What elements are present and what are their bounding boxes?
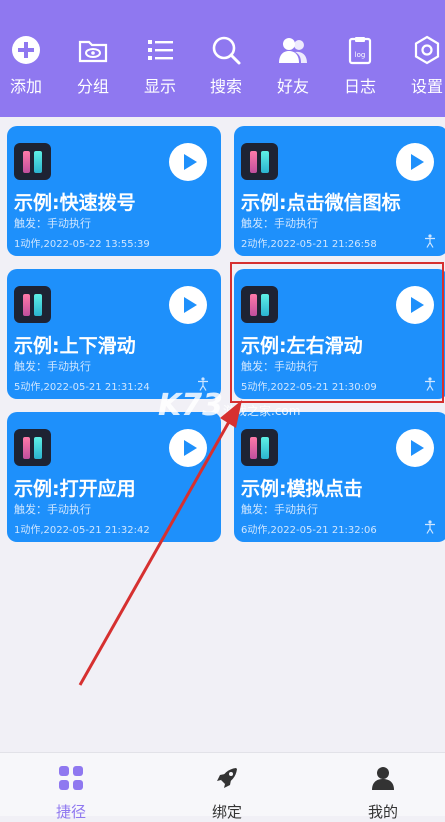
play-icon <box>411 440 424 456</box>
highlight-box <box>230 262 444 403</box>
card-title: 示例:快速拨号 <box>14 192 136 214</box>
play-icon <box>184 440 197 456</box>
display-label: 显示 <box>143 77 176 96</box>
shortcut-card[interactable]: 示例:打开应用 触发：手动执行 1动作,2022-05-21 21:32:42 <box>7 412 221 542</box>
top-toolbar: 添加 分组 显示 搜索 好友 log 日志 设置 <box>0 0 445 117</box>
search-icon <box>212 36 241 65</box>
app-icon <box>241 143 278 180</box>
nav-shortcuts-label: 捷径 <box>55 803 86 821</box>
watermark-sub: 游戏之家 <box>223 404 272 418</box>
add-label: 添加 <box>9 77 42 96</box>
card-title: 示例:上下滑动 <box>14 335 136 357</box>
nav-mine-label: 我的 <box>367 803 398 821</box>
rocket-icon <box>217 768 237 788</box>
person-icon <box>372 767 394 790</box>
nav-shortcuts[interactable]: 捷径 <box>31 765 111 822</box>
folder-eye-icon <box>78 40 108 63</box>
play-button[interactable] <box>169 286 207 324</box>
card-meta: 5动作,2022-05-21 21:31:24 <box>14 382 150 393</box>
app-icon <box>241 429 278 466</box>
shortcut-card[interactable]: 示例:上下滑动 触发：手动执行 5动作,2022-05-21 21:31:24 <box>7 269 221 399</box>
group-button[interactable]: 分组 <box>63 34 123 104</box>
shortcut-card[interactable]: 示例:点击微信图标 触发：手动执行 2动作,2022-05-21 21:26:5… <box>234 126 445 256</box>
friends-icon <box>279 38 307 63</box>
search-label: 搜索 <box>209 77 242 96</box>
play-icon <box>184 154 197 170</box>
watermark-brand: K73 <box>158 388 223 423</box>
card-trigger: 触发：手动执行 <box>14 217 91 230</box>
friends-button[interactable]: 好友 <box>263 34 323 104</box>
card-meta: 1动作,2022-05-21 21:32:42 <box>14 525 150 536</box>
plus-circle-icon <box>12 36 40 64</box>
log-label: 日志 <box>343 77 376 96</box>
shortcut-card[interactable]: 示例:模拟点击 触发：手动执行 6动作,2022-05-21 21:32:06 <box>234 412 445 542</box>
app-icon <box>14 286 51 323</box>
play-button[interactable] <box>396 143 434 181</box>
card-meta: 6动作,2022-05-21 21:32:06 <box>241 525 377 536</box>
card-trigger: 触发：手动执行 <box>14 503 91 516</box>
card-trigger: 触发：手动执行 <box>241 503 318 516</box>
card-title: 示例:打开应用 <box>14 478 136 500</box>
app-icon <box>14 143 51 180</box>
log-icon: log <box>348 37 372 65</box>
watermark-domain: .com <box>271 404 301 418</box>
card-title: 示例:模拟点击 <box>241 478 363 500</box>
svg-text:log: log <box>355 51 366 59</box>
play-button[interactable] <box>396 429 434 467</box>
settings-hexagon-icon <box>414 35 440 65</box>
bottom-nav: 捷径 绑定 我的 <box>0 752 445 821</box>
display-button[interactable]: 显示 <box>130 34 190 104</box>
accessibility-person-icon <box>425 234 435 248</box>
accessibility-person-icon <box>425 520 435 534</box>
card-trigger: 触发：手动执行 <box>14 360 91 373</box>
nav-mine[interactable]: 我的 <box>343 765 423 822</box>
watermark: K73游戏之家.com <box>158 388 300 423</box>
settings-button[interactable]: 设置 <box>397 34 445 104</box>
log-button[interactable]: log 日志 <box>330 34 390 104</box>
add-button[interactable]: 添加 <box>0 34 56 104</box>
nav-bind-label: 绑定 <box>211 803 242 821</box>
shortcut-card[interactable]: 示例:快速拨号 触发：手动执行 1动作,2022-05-22 13:55:39 <box>7 126 221 256</box>
card-trigger: 触发：手动执行 <box>241 217 318 230</box>
play-button[interactable] <box>169 429 207 467</box>
grid-icon <box>59 766 83 790</box>
card-meta: 1动作,2022-05-22 13:55:39 <box>14 239 150 250</box>
friends-label: 好友 <box>276 77 309 96</box>
list-icon <box>148 40 173 60</box>
search-button[interactable]: 搜索 <box>196 34 256 104</box>
card-title: 示例:点击微信图标 <box>241 192 401 214</box>
card-meta: 2动作,2022-05-21 21:26:58 <box>241 239 377 250</box>
app-icon <box>14 429 51 466</box>
nav-bind[interactable]: 绑定 <box>187 765 267 822</box>
settings-label: 设置 <box>410 77 443 96</box>
play-icon <box>411 154 424 170</box>
play-button[interactable] <box>169 143 207 181</box>
play-icon <box>184 297 197 313</box>
group-label: 分组 <box>76 77 109 96</box>
